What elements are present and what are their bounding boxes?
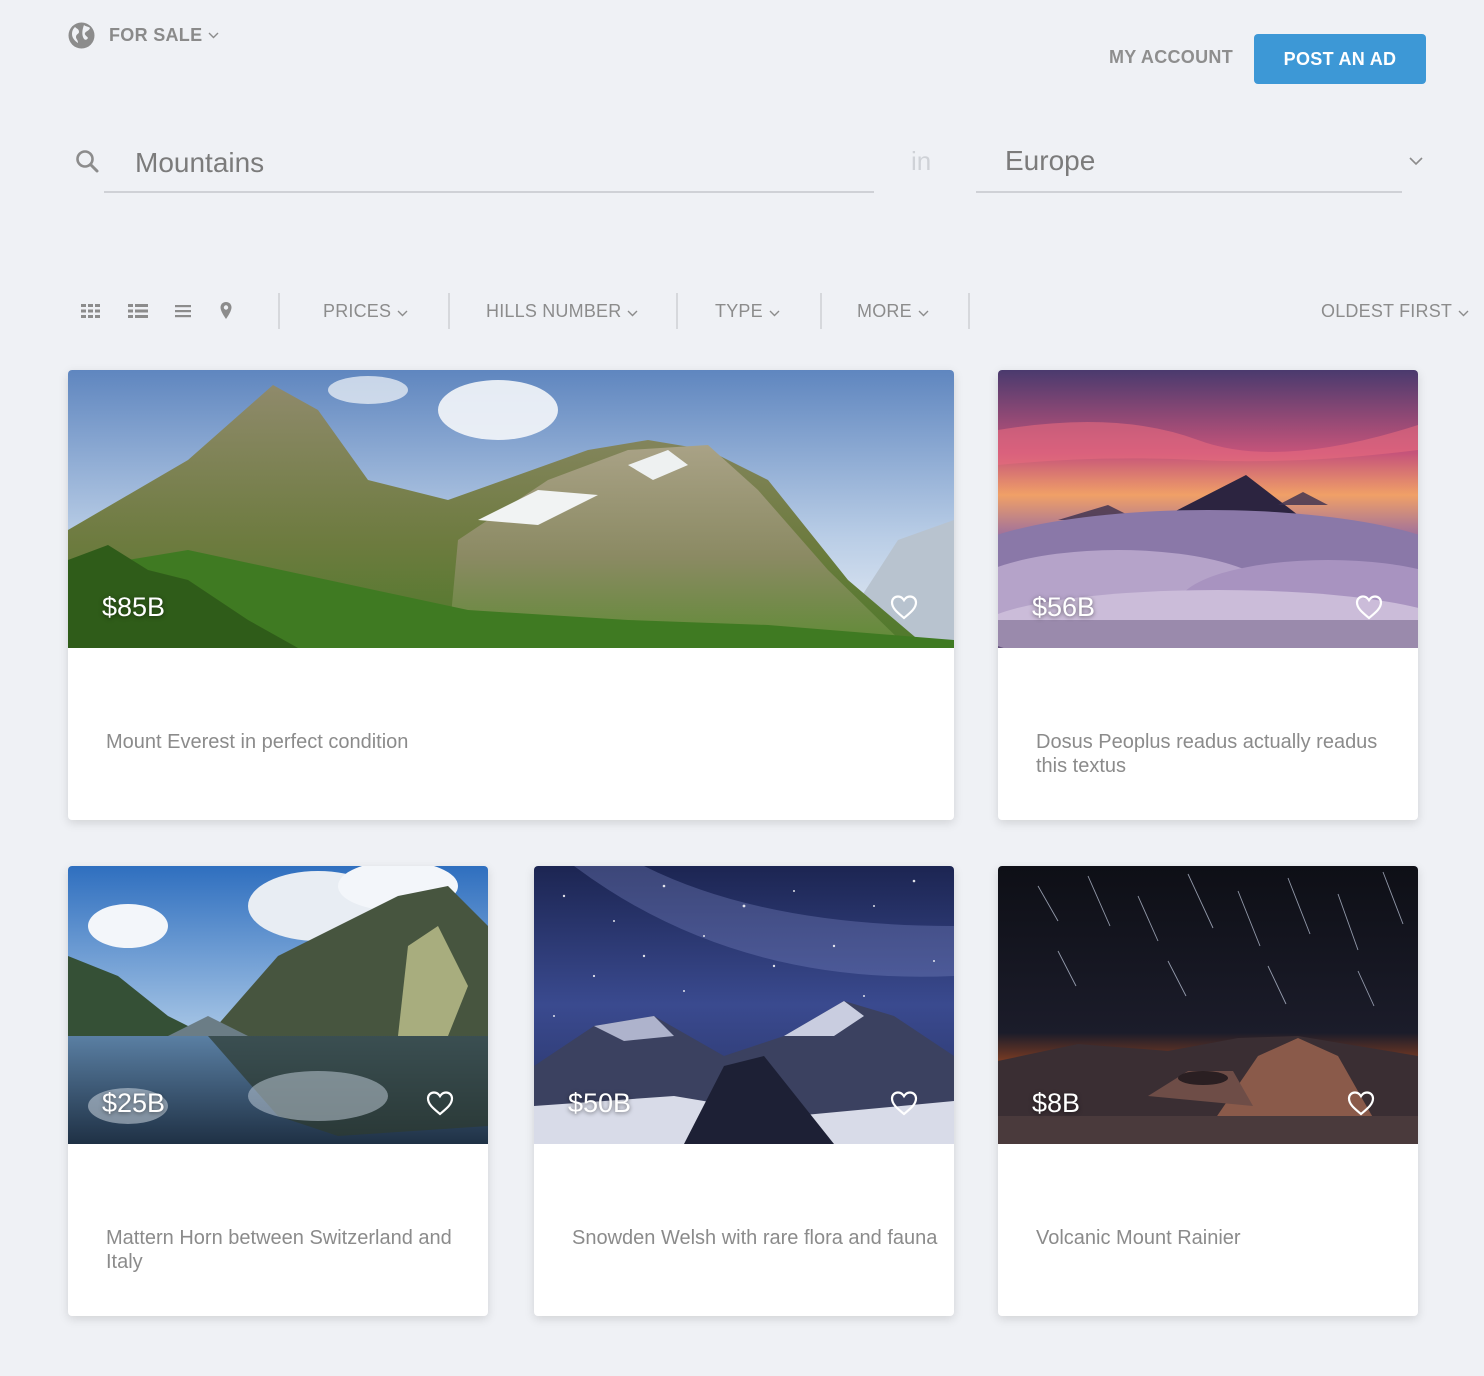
divider xyxy=(278,293,280,329)
divider xyxy=(448,293,450,329)
map-pin-icon[interactable] xyxy=(215,300,237,322)
listing-card[interactable]: $56B Dosus Peoplus readus actually readu… xyxy=(998,370,1418,820)
search-icon xyxy=(76,150,99,173)
more-filter-label: MORE xyxy=(857,301,912,321)
listing-image: $85B xyxy=(68,370,954,648)
category-label: FOR SALE xyxy=(109,25,203,45)
prices-filter[interactable]: PRICES xyxy=(323,301,408,322)
listing-title: Volcanic Mount Rainier xyxy=(1036,1227,1241,1249)
listing-card[interactable]: $85B Mount Everest in perfect condition xyxy=(68,370,954,820)
chevron-down-icon xyxy=(1409,157,1423,166)
sort-select[interactable]: OLDEST FIRST xyxy=(1321,301,1469,322)
listing-title: Mattern Horn between Switzerland and Ita… xyxy=(106,1227,452,1273)
listing-price: $85B xyxy=(102,592,166,622)
chevron-down-icon xyxy=(627,310,638,317)
type-filter[interactable]: TYPE xyxy=(715,301,780,322)
listing-price: $56B xyxy=(1032,592,1096,622)
type-filter-label: TYPE xyxy=(715,301,763,321)
listing-price: $8B xyxy=(1032,1088,1081,1118)
divider xyxy=(820,293,822,329)
listing-title: Mount Everest in perfect condition xyxy=(106,731,409,753)
sort-label: OLDEST FIRST xyxy=(1321,301,1453,321)
chevron-down-icon xyxy=(397,310,408,317)
heart-icon[interactable] xyxy=(1355,594,1383,620)
listing-image: $56B xyxy=(998,370,1418,648)
listing-title: Snowden Welsh with rare flora and fauna xyxy=(572,1227,938,1249)
post-ad-button[interactable]: POST AN AD xyxy=(1254,34,1426,84)
prices-filter-label: PRICES xyxy=(323,301,392,321)
compact-list-icon[interactable] xyxy=(172,300,194,322)
more-filter[interactable]: MORE xyxy=(857,301,929,322)
listing-price: $50B xyxy=(568,1088,632,1118)
hills-number-filter-label: HILLS NUMBER xyxy=(486,301,622,321)
location-select[interactable]: Europe xyxy=(976,135,1402,193)
list-view-icon[interactable] xyxy=(127,300,149,322)
in-label: in xyxy=(911,146,932,176)
heart-icon[interactable] xyxy=(890,594,918,620)
chevron-down-icon xyxy=(769,310,780,317)
my-account-link[interactable]: MY ACCOUNT xyxy=(1109,47,1233,68)
divider xyxy=(968,293,970,329)
globe-icon xyxy=(68,22,95,49)
page: FOR SALE MY ACCOUNT POST AN AD in Europe xyxy=(0,0,1484,1376)
grid-view-icon[interactable] xyxy=(80,300,102,322)
listing-image: $25B xyxy=(68,866,488,1144)
listing-card[interactable]: $8B Volcanic Mount Rainier xyxy=(998,866,1418,1316)
location-value: Europe xyxy=(1005,145,1096,176)
listing-card[interactable]: $25B Mattern Horn between Switzerland an… xyxy=(68,866,488,1316)
search-input[interactable] xyxy=(104,135,874,193)
chevron-down-icon xyxy=(918,310,929,317)
heart-icon[interactable] xyxy=(890,1090,918,1116)
heart-icon[interactable] xyxy=(426,1090,454,1116)
listing-image: $50B xyxy=(534,866,954,1144)
chevron-down-icon xyxy=(1458,310,1469,317)
listing-title: Dosus Peoplus readus actually readus thi… xyxy=(1036,731,1378,777)
hills-number-filter[interactable]: HILLS NUMBER xyxy=(486,301,638,322)
listing-price: $25B xyxy=(102,1088,166,1118)
heart-icon[interactable] xyxy=(1347,1090,1375,1116)
listing-image: $8B xyxy=(998,866,1418,1144)
category-selector[interactable]: FOR SALE xyxy=(68,22,219,49)
divider xyxy=(676,293,678,329)
listing-card[interactable]: $50B Snowden Welsh with rare flora and f… xyxy=(534,866,954,1316)
chevron-down-icon xyxy=(208,32,219,39)
